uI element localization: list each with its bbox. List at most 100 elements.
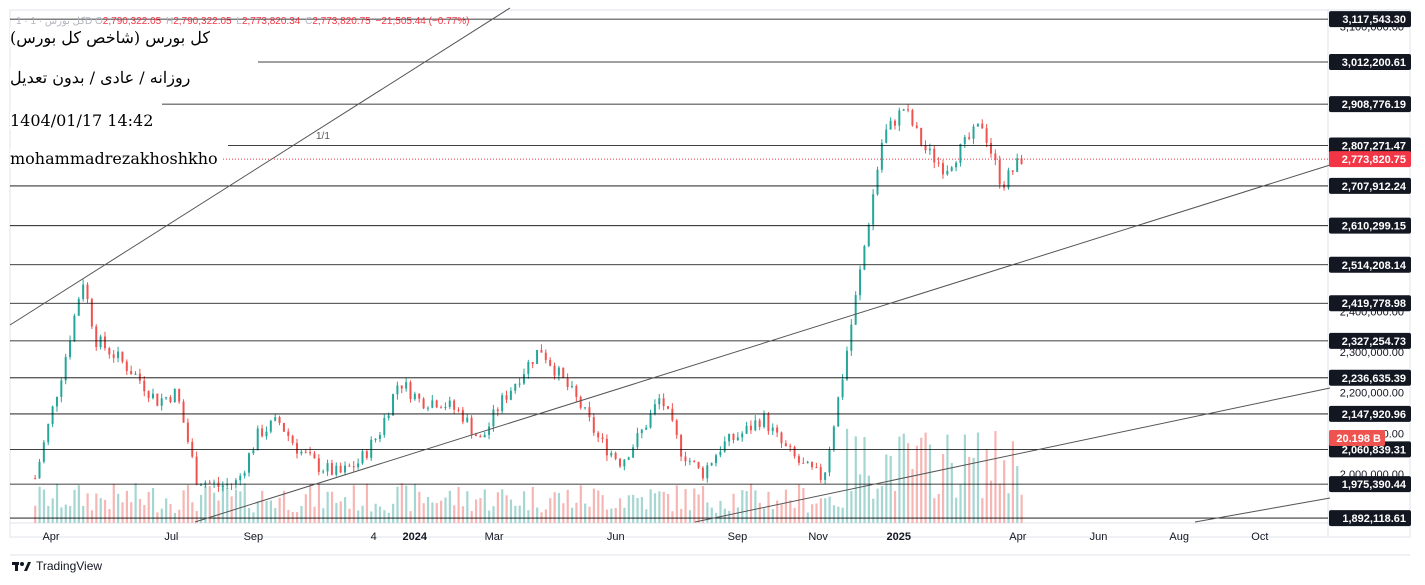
- candle-body: [544, 352, 547, 360]
- candle-body: [374, 438, 377, 440]
- candle: [588, 401, 591, 422]
- volume-bar: [736, 507, 740, 523]
- candle: [667, 406, 669, 410]
- candle: [557, 365, 560, 381]
- volume-bar: [675, 485, 678, 523]
- candle: [815, 462, 818, 469]
- volume-bar: [618, 498, 622, 523]
- candle-body: [584, 407, 587, 409]
- candle: [618, 457, 621, 468]
- volume-bar: [570, 507, 574, 523]
- candle: [776, 424, 779, 438]
- volume-bar: [793, 507, 796, 523]
- candle: [732, 433, 735, 444]
- volume-bar: [165, 498, 168, 523]
- volume-bar: [1020, 494, 1023, 523]
- volume-bar: [335, 502, 338, 523]
- candle: [256, 425, 259, 451]
- candle: [130, 365, 133, 375]
- candle: [710, 462, 713, 466]
- candle-body: [854, 295, 857, 325]
- candle-body: [745, 425, 748, 434]
- candle: [42, 439, 45, 464]
- volume-bar: [317, 484, 321, 523]
- candle-body: [182, 401, 185, 423]
- candle: [601, 433, 604, 443]
- candle: [632, 444, 635, 459]
- volume-bar: [413, 484, 417, 523]
- volume-series: [34, 428, 1023, 523]
- candle: [282, 422, 285, 432]
- candle: [828, 446, 831, 477]
- volume-bar: [907, 443, 910, 523]
- candle: [605, 434, 608, 462]
- volume-bar: [287, 509, 290, 523]
- volume-bar: [352, 485, 355, 523]
- candle: [38, 458, 41, 479]
- level-tag-label: 2,327,254.73: [1342, 336, 1406, 348]
- volume-bar: [671, 511, 674, 523]
- volume-bar: [610, 508, 613, 523]
- candle: [850, 319, 853, 356]
- volume-bar: [453, 505, 456, 523]
- candle-body: [501, 395, 504, 412]
- candle-body: [614, 452, 617, 459]
- candle-body: [138, 373, 141, 381]
- candle-body: [549, 359, 552, 366]
- candle: [976, 123, 979, 127]
- candle: [173, 388, 176, 403]
- candle-body: [509, 390, 512, 400]
- candle: [409, 380, 412, 403]
- candle: [182, 399, 185, 423]
- candle-body: [828, 449, 831, 473]
- candle-body: [243, 472, 246, 476]
- candle: [536, 349, 539, 365]
- candle: [658, 394, 661, 410]
- tradingview-logo-icon: [12, 562, 31, 571]
- candle: [575, 384, 578, 402]
- volume-bar: [710, 507, 713, 523]
- volume-bar: [701, 485, 705, 523]
- volume-bar: [763, 508, 766, 523]
- candle-body: [413, 393, 416, 400]
- candle-body: [710, 463, 713, 466]
- candle: [610, 450, 613, 458]
- price-chart[interactable]: 3,100,000.002,800,000.002,400,000.002,30…: [0, 0, 1425, 585]
- candle: [322, 469, 325, 474]
- candle-body: [920, 127, 923, 146]
- candle-body: [269, 420, 272, 432]
- candle: [453, 399, 456, 415]
- volume-bar: [274, 508, 277, 523]
- candle-body: [426, 407, 429, 409]
- candle-body: [378, 434, 381, 439]
- candle-body: [317, 458, 320, 472]
- candle-body: [431, 400, 434, 408]
- candle: [701, 466, 704, 481]
- candle: [614, 451, 617, 461]
- candle-body: [143, 380, 146, 392]
- candle: [330, 459, 333, 476]
- volume-bar: [828, 496, 831, 523]
- volume-bar: [160, 508, 163, 523]
- candle: [121, 351, 124, 364]
- chart-area[interactable]: 3,100,000.002,800,000.002,400,000.002,30…: [0, 0, 1425, 585]
- candle: [693, 459, 696, 463]
- volume-bar: [811, 504, 814, 523]
- candle-body: [693, 460, 696, 462]
- candle-body: [108, 348, 111, 355]
- candle: [972, 124, 975, 145]
- candle-body: [915, 125, 918, 128]
- volume-bar: [536, 507, 539, 523]
- candle-body: [60, 380, 63, 397]
- tradingview-logo[interactable]: TradingView: [12, 559, 102, 573]
- x-tick-label: 4: [371, 531, 377, 543]
- candle-body: [937, 162, 940, 164]
- candle: [671, 403, 674, 422]
- candle: [77, 296, 80, 317]
- volume-bar: [431, 502, 434, 523]
- volume-bar: [383, 510, 386, 523]
- volume-bar: [99, 498, 102, 523]
- candle: [309, 446, 312, 456]
- candle: [728, 433, 731, 447]
- candle-body: [55, 396, 58, 407]
